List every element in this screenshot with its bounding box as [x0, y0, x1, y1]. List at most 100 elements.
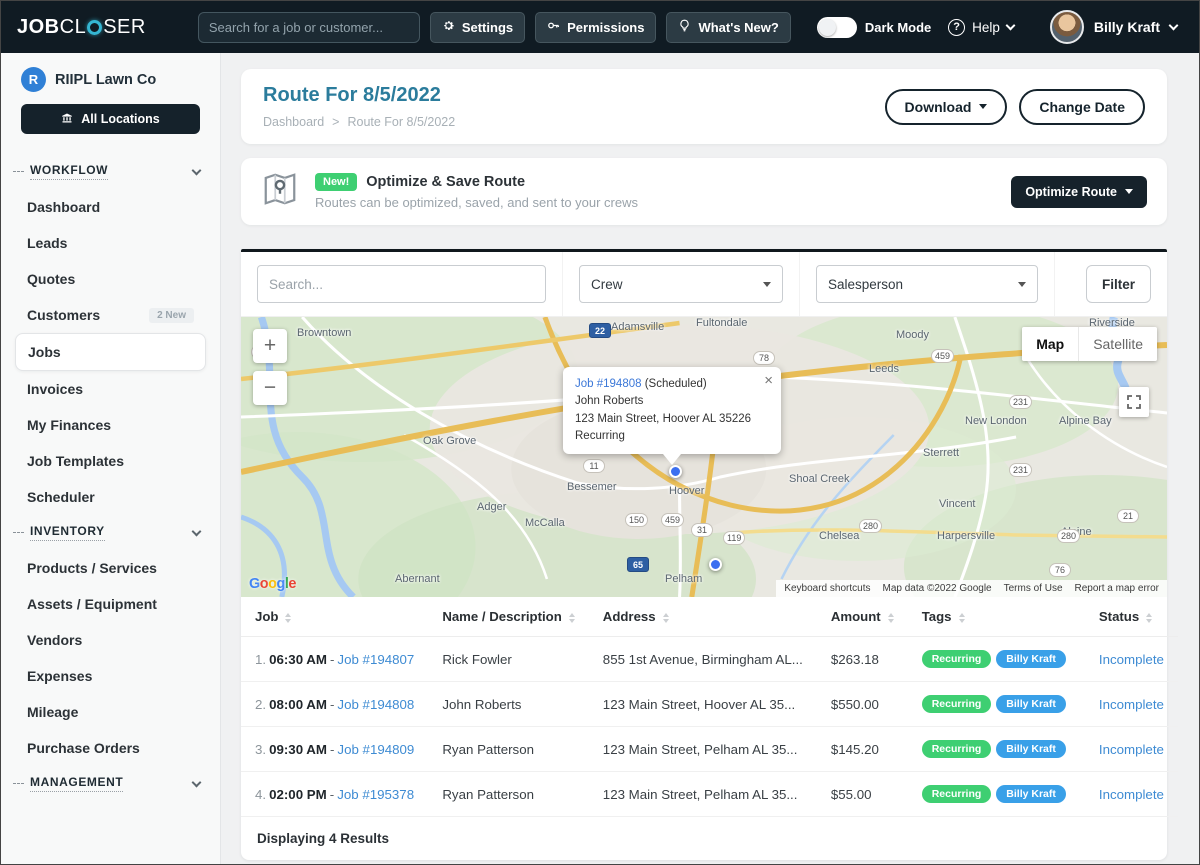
job-link[interactable]: Job #195378	[337, 787, 414, 802]
job-link[interactable]: Job #194808	[337, 697, 414, 712]
column-header-job[interactable]: Job	[241, 597, 428, 637]
sidebar-item-label: Leads	[27, 235, 67, 251]
company-selector[interactable]: R RIIPL Lawn Co	[1, 67, 220, 92]
column-header-amount[interactable]: Amount	[817, 597, 908, 637]
column-label: Amount	[831, 609, 881, 624]
route-panel: Crew Salesperson Filter	[241, 249, 1167, 860]
job-amount: $263.18	[817, 637, 908, 682]
section-workflow[interactable]: WORKFLOW	[1, 154, 220, 189]
app-logo[interactable]: JOBCLSER	[17, 16, 146, 39]
job-address: 123 Main Street, Pelham AL 35...	[589, 772, 817, 817]
column-label: Name / Description	[442, 609, 561, 624]
crew-select[interactable]: Crew	[579, 265, 783, 303]
all-locations-button[interactable]: All Locations	[21, 104, 200, 134]
sort-icon	[888, 613, 894, 623]
map-place-label: McCalla	[525, 517, 565, 529]
interstate-shield: 65	[627, 557, 649, 572]
tag-assignee: Billy Kraft	[996, 695, 1066, 713]
sidebar-item-mileage[interactable]: Mileage	[1, 694, 220, 730]
filter-button[interactable]: Filter	[1086, 265, 1151, 303]
column-header-status[interactable]: Status	[1085, 597, 1178, 637]
whats-new-button[interactable]: What's New?	[666, 12, 790, 43]
sidebar-item-expenses[interactable]: Expenses	[1, 658, 220, 694]
sidebar-item-products-services[interactable]: Products / Services	[1, 550, 220, 586]
job-marker-pelham[interactable]	[709, 558, 722, 571]
job-link[interactable]: Job #194809	[337, 742, 414, 757]
global-search-input[interactable]	[198, 12, 420, 43]
customer-name: Ryan Patterson	[428, 772, 588, 817]
column-header-address[interactable]: Address	[589, 597, 817, 637]
sidebar-item-scheduler[interactable]: Scheduler	[1, 479, 220, 515]
user-menu[interactable]: Billy Kraft	[1050, 10, 1177, 44]
map-type-satellite[interactable]: Satellite	[1078, 327, 1157, 361]
route-search-input[interactable]	[257, 265, 546, 303]
change-date-label: Change Date	[1039, 99, 1125, 115]
sidebar-item-leads[interactable]: Leads	[1, 225, 220, 261]
map-attribution: Keyboard shortcuts Map data ©2022 Google…	[776, 580, 1167, 597]
results-count: Displaying 4 Results	[241, 817, 1167, 860]
logo-text: SER	[103, 16, 146, 39]
zoom-in-button[interactable]: +	[253, 329, 287, 363]
job-marker-hoover[interactable]	[669, 465, 682, 478]
sidebar-item-job-templates[interactable]: Job Templates	[1, 443, 220, 479]
route-shield: 11	[583, 459, 605, 473]
separator: -	[330, 697, 334, 712]
optimize-route-button[interactable]: Optimize Route	[1011, 176, 1147, 208]
sidebar-item-purchase-orders[interactable]: Purchase Orders	[1, 730, 220, 766]
map-type-map[interactable]: Map	[1022, 327, 1078, 361]
dark-mode-control: Dark Mode	[817, 17, 931, 38]
all-locations-label: All Locations	[81, 112, 159, 126]
column-header-tags[interactable]: Tags	[908, 597, 1085, 637]
separator: -	[330, 787, 334, 802]
column-header-name[interactable]: Name / Description	[428, 597, 588, 637]
sidebar-item-assets-equipment[interactable]: Assets / Equipment	[1, 586, 220, 622]
info-job-link[interactable]: Job #194808	[575, 378, 642, 390]
sidebar-item-label: Assets / Equipment	[27, 596, 157, 612]
sidebar-item-label: Jobs	[28, 344, 61, 360]
route-shield: 150	[625, 513, 648, 527]
breadcrumb-dashboard[interactable]: Dashboard	[263, 115, 324, 129]
dash-icon	[13, 171, 24, 172]
sidebar-item-jobs[interactable]: Jobs	[15, 333, 206, 371]
sidebar-item-my-finances[interactable]: My Finances	[1, 407, 220, 443]
sidebar-item-invoices[interactable]: Invoices	[1, 371, 220, 407]
section-management[interactable]: MANAGEMENT	[1, 766, 220, 801]
status-link[interactable]: Incomplete	[1099, 787, 1164, 802]
job-amount: $55.00	[817, 772, 908, 817]
page-title: Route For 8/5/2022	[263, 84, 455, 107]
caret-down-icon	[763, 282, 771, 287]
google-logo[interactable]: Google	[249, 576, 296, 592]
close-icon[interactable]: ×	[764, 370, 773, 393]
tag-recurring: Recurring	[922, 785, 992, 803]
job-link[interactable]: Job #194807	[337, 652, 414, 667]
download-button[interactable]: Download	[885, 89, 1008, 125]
crew-select-value: Crew	[591, 277, 623, 292]
report-error-link[interactable]: Report a map error	[1075, 583, 1159, 594]
keyboard-shortcuts-link[interactable]: Keyboard shortcuts	[784, 583, 870, 594]
settings-button[interactable]: Settings	[430, 12, 525, 43]
zoom-out-button[interactable]: −	[253, 371, 287, 405]
main-content: Route For 8/5/2022 Dashboard > Route For…	[221, 53, 1199, 864]
status-link[interactable]: Incomplete	[1099, 652, 1164, 667]
help-menu[interactable]: ? Help	[948, 19, 1014, 36]
salesperson-select[interactable]: Salesperson	[816, 265, 1038, 303]
sidebar-item-customers[interactable]: Customers 2 New	[1, 297, 220, 333]
logo-ring-icon	[87, 20, 102, 35]
dash-icon	[13, 532, 24, 533]
section-inventory[interactable]: INVENTORY	[1, 515, 220, 550]
sidebar-item-dashboard[interactable]: Dashboard	[1, 189, 220, 225]
permissions-button[interactable]: Permissions	[535, 12, 656, 43]
sidebar-item-quotes[interactable]: Quotes	[1, 261, 220, 297]
company-logo-icon: R	[21, 67, 46, 92]
terms-link[interactable]: Terms of Use	[1004, 583, 1063, 594]
sidebar-item-vendors[interactable]: Vendors	[1, 622, 220, 658]
help-label: Help	[972, 20, 1000, 35]
settings-label: Settings	[462, 20, 513, 35]
fullscreen-button[interactable]	[1119, 387, 1149, 417]
dark-mode-toggle[interactable]	[817, 17, 857, 38]
google-map[interactable]: Browntown Adamsville Fultondale Moody Le…	[241, 317, 1167, 597]
change-date-button[interactable]: Change Date	[1019, 89, 1145, 125]
status-link[interactable]: Incomplete	[1099, 742, 1164, 757]
status-link[interactable]: Incomplete	[1099, 697, 1164, 712]
sidebar-item-label: Expenses	[27, 668, 92, 684]
